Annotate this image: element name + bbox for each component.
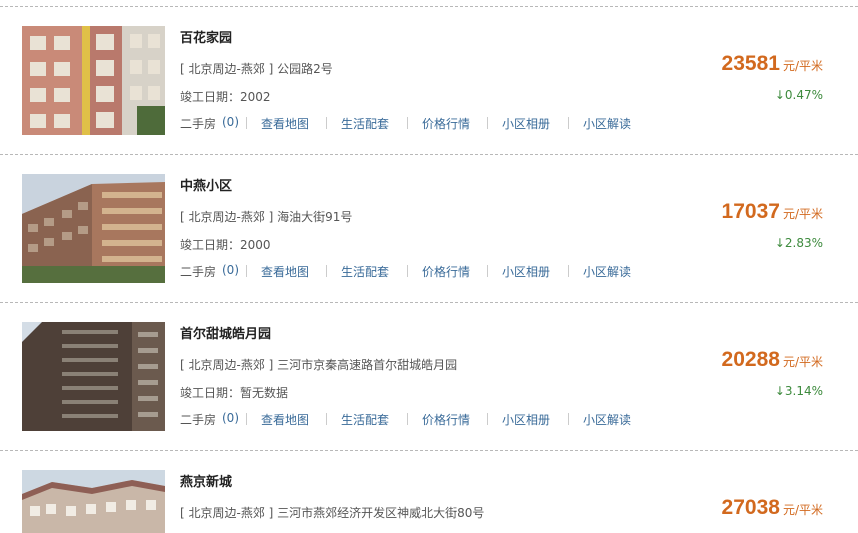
divider xyxy=(0,302,858,303)
secondhand-label: 二手房 xyxy=(180,265,217,279)
price-value: 23581 xyxy=(721,52,780,75)
link-separator xyxy=(407,117,408,129)
secondhand-count[interactable]: (0) xyxy=(222,411,239,425)
price-value: 20288 xyxy=(721,348,780,371)
community-photo[interactable] xyxy=(22,470,165,533)
secondhand-label: 二手房 xyxy=(180,117,217,131)
divider xyxy=(0,154,858,155)
amenities-link[interactable]: 生活配套 xyxy=(341,411,389,428)
community-address: [ 北京周边-燕郊 ] 三河市燕郊经济开发区神威北大街80号 xyxy=(180,506,485,520)
price-change: ↓2.83% xyxy=(774,236,823,250)
secondhand-label: 二手房 xyxy=(180,413,217,427)
price-unit: 元/平米 xyxy=(782,207,823,221)
price-trend-link[interactable]: 价格行情 xyxy=(422,263,470,280)
link-separator xyxy=(326,117,327,129)
view-map-link[interactable]: 查看地图 xyxy=(261,411,309,428)
link-separator xyxy=(407,413,408,425)
price-change: ↓3.14% xyxy=(774,384,823,398)
link-separator xyxy=(407,265,408,277)
price-change: ↓0.47% xyxy=(774,88,823,102)
link-separator xyxy=(326,265,327,277)
price-unit: 元/平米 xyxy=(782,355,823,369)
community-address: [ 北京周边-燕郊 ] 公园路2号 xyxy=(180,62,333,76)
link-separator xyxy=(568,413,569,425)
link-separator xyxy=(568,265,569,277)
divider xyxy=(0,6,858,7)
photo-album-link[interactable]: 小区相册 xyxy=(502,263,550,280)
community-analysis-link[interactable]: 小区解读 xyxy=(583,115,631,132)
completion-date: 竣工日期：2000 xyxy=(180,238,271,252)
price: 20288 元/平米 xyxy=(722,348,823,372)
completion-date: 竣工日期：2002 xyxy=(180,90,271,104)
link-separator xyxy=(246,413,247,425)
price-trend-link[interactable]: 价格行情 xyxy=(422,411,470,428)
community-name[interactable]: 百花家园 xyxy=(180,27,232,46)
price-value: 27038 xyxy=(721,496,780,519)
view-map-link[interactable]: 查看地图 xyxy=(261,115,309,132)
price-trend-link[interactable]: 价格行情 xyxy=(422,115,470,132)
photo-album-link[interactable]: 小区相册 xyxy=(502,115,550,132)
link-separator xyxy=(487,413,488,425)
price: 23581 元/平米 xyxy=(722,52,823,76)
price-unit: 元/平米 xyxy=(782,503,823,517)
community-address: [ 北京周边-燕郊 ] 海油大街91号 xyxy=(180,210,353,224)
price: 27038 元/平米 xyxy=(722,496,823,520)
community-name[interactable]: 中燕小区 xyxy=(180,175,232,194)
amenities-link[interactable]: 生活配套 xyxy=(341,263,389,280)
view-map-link[interactable]: 查看地图 xyxy=(261,263,309,280)
community-photo[interactable] xyxy=(22,322,165,431)
link-separator xyxy=(326,413,327,425)
secondhand-count[interactable]: (0) xyxy=(222,115,239,129)
link-separator xyxy=(568,117,569,129)
listing-item: 百花家园 [ 北京周边-燕郊 ] 公园路2号 竣工日期：2002 二手房 (0)… xyxy=(0,0,858,148)
community-name[interactable]: 首尔甜城皓月园 xyxy=(180,323,271,342)
listing-item: 中燕小区 [ 北京周边-燕郊 ] 海油大街91号 竣工日期：2000 二手房 (… xyxy=(0,148,858,296)
divider xyxy=(0,450,858,451)
community-photo[interactable] xyxy=(22,174,165,283)
secondhand-count[interactable]: (0) xyxy=(222,263,239,277)
amenities-link[interactable]: 生活配套 xyxy=(341,115,389,132)
price-value: 17037 xyxy=(721,200,780,223)
community-analysis-link[interactable]: 小区解读 xyxy=(583,411,631,428)
price-unit: 元/平米 xyxy=(782,59,823,73)
link-separator xyxy=(487,117,488,129)
completion-date: 竣工日期：暂无数据 xyxy=(180,386,289,400)
link-separator xyxy=(487,265,488,277)
link-separator xyxy=(246,117,247,129)
community-analysis-link[interactable]: 小区解读 xyxy=(583,263,631,280)
link-separator xyxy=(246,265,247,277)
photo-album-link[interactable]: 小区相册 xyxy=(502,411,550,428)
price: 17037 元/平米 xyxy=(722,200,823,224)
community-photo[interactable] xyxy=(22,26,165,135)
listing-item: 燕京新城 [ 北京周边-燕郊 ] 三河市燕郊经济开发区神威北大街80号 2703… xyxy=(0,444,858,533)
community-name[interactable]: 燕京新城 xyxy=(180,471,232,490)
community-address: [ 北京周边-燕郊 ] 三河市京秦高速路首尔甜城皓月园 xyxy=(180,358,458,372)
listing-item: 首尔甜城皓月园 [ 北京周边-燕郊 ] 三河市京秦高速路首尔甜城皓月园 竣工日期… xyxy=(0,296,858,444)
